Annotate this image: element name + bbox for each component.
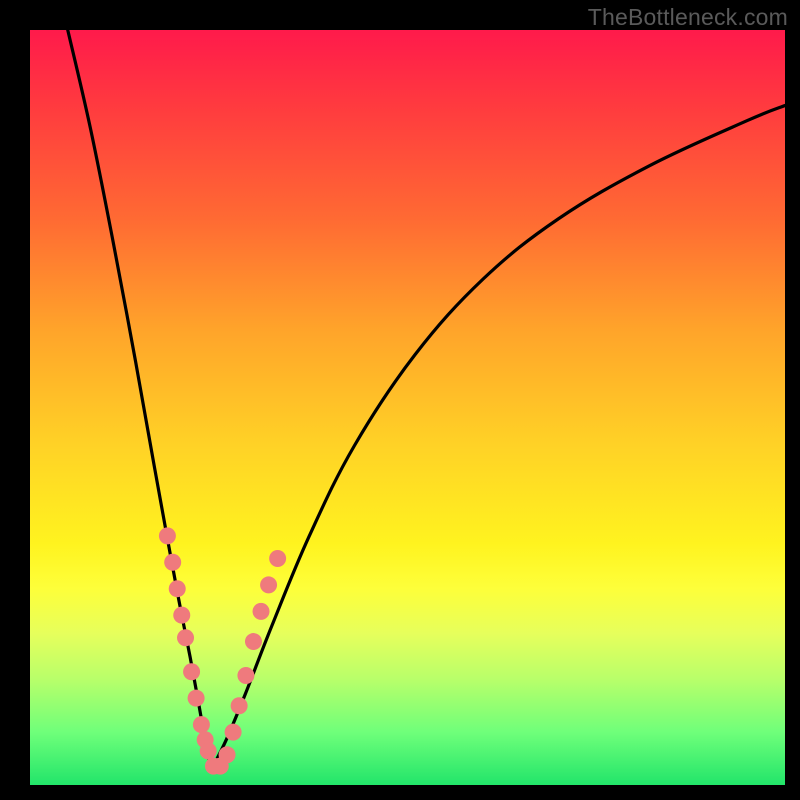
- data-marker: [212, 758, 229, 775]
- chart-frame: TheBottleneck.com: [0, 0, 800, 800]
- data-marker: [169, 580, 186, 597]
- data-marker: [188, 690, 205, 707]
- data-marker: [164, 554, 181, 571]
- data-marker: [159, 527, 176, 544]
- data-marker: [260, 576, 277, 593]
- data-marker: [205, 758, 222, 775]
- data-marker: [219, 746, 236, 763]
- data-marker: [193, 716, 210, 733]
- data-marker: [231, 697, 248, 714]
- data-marker: [197, 731, 214, 748]
- curve-right-branch: [211, 106, 785, 770]
- data-marker: [200, 743, 217, 760]
- data-marker: [253, 603, 270, 620]
- data-marker: [177, 629, 194, 646]
- plot-area: [30, 30, 785, 785]
- data-marker: [183, 663, 200, 680]
- data-marker: [173, 607, 190, 624]
- data-marker: [237, 667, 254, 684]
- data-marker: [245, 633, 262, 650]
- chart-svg: [30, 30, 785, 785]
- data-marker: [269, 550, 286, 567]
- marker-group: [159, 527, 286, 774]
- data-marker: [225, 724, 242, 741]
- watermark-text: TheBottleneck.com: [588, 4, 788, 31]
- curve-left-branch: [68, 30, 211, 770]
